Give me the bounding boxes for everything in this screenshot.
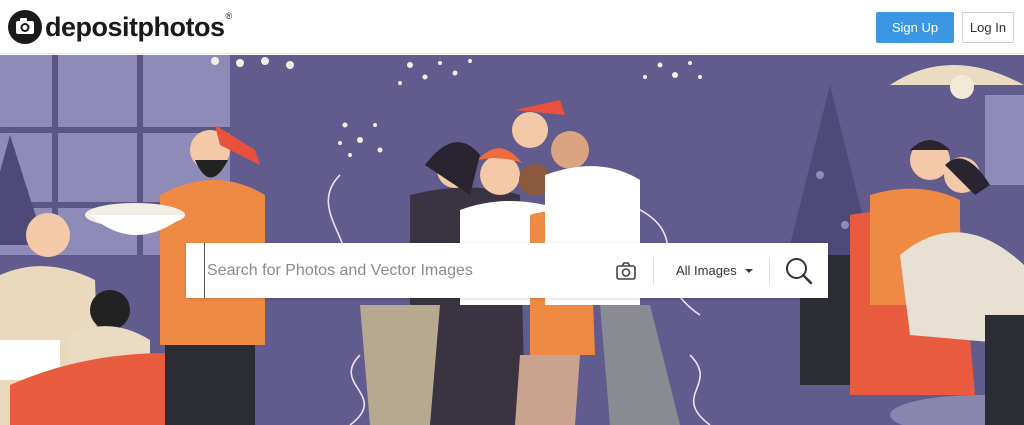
logo-text: depositphotos [45, 11, 225, 42]
caret-down-icon [744, 268, 753, 273]
hero-banner: All Images [0, 55, 1024, 425]
search-input[interactable] [204, 243, 604, 298]
sign-up-button[interactable]: Sign Up [876, 12, 954, 43]
camera-logo-icon [8, 10, 42, 44]
image-type-select[interactable]: All Images [676, 243, 753, 298]
search-icon[interactable] [784, 256, 814, 286]
image-type-label: All Images [676, 263, 737, 278]
top-header: depositphotos ® Sign Up Log In [0, 0, 1024, 54]
hero-illustration [0, 55, 1024, 425]
camera-icon[interactable] [615, 260, 637, 282]
logo[interactable]: depositphotos ® [8, 9, 232, 45]
search-divider [769, 257, 770, 284]
log-in-button[interactable]: Log In [962, 12, 1014, 43]
registered-mark: ® [225, 11, 233, 21]
search-bar: All Images [186, 243, 828, 298]
search-divider [653, 257, 654, 284]
